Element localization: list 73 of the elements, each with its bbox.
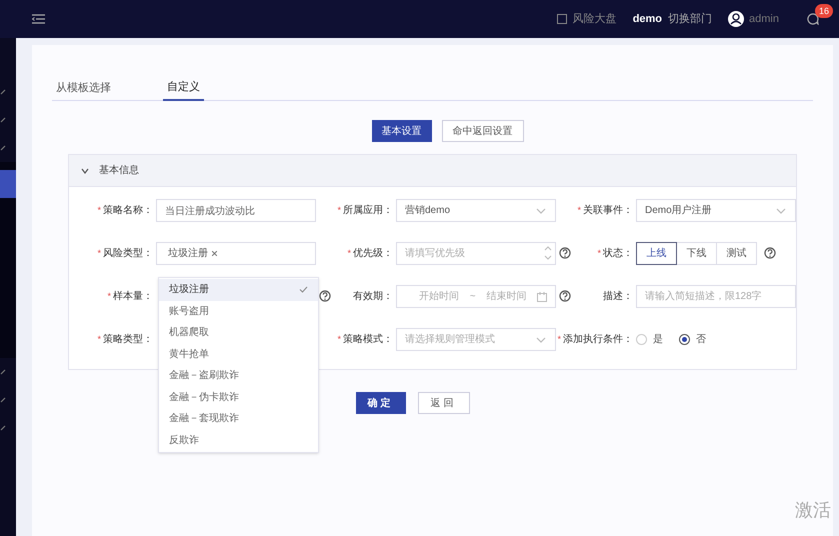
required-mark: * (577, 204, 581, 217)
dropdown-option[interactable]: 金融－套现欺诈 (159, 408, 318, 430)
radio-option[interactable]: 是 (636, 332, 663, 347)
field-label: 优先级： (353, 246, 393, 261)
checkbox-icon (556, 14, 567, 24)
menu-icon (32, 14, 45, 24)
os-activation-text: 激活 (795, 499, 831, 522)
required-mark: * (97, 246, 101, 260)
chevron-icon (0, 425, 6, 431)
stepper-icon (543, 244, 553, 262)
required-mark: * (337, 332, 341, 346)
chevron-icon (0, 397, 6, 403)
menu-button[interactable] (32, 14, 45, 24)
field-label: 有效期： (353, 290, 393, 304)
calendar-icon (537, 292, 547, 302)
chevron-icon (0, 117, 6, 123)
chat-icon (807, 13, 819, 25)
dropdown-option[interactable]: 金融－盗刷欺诈 (159, 365, 318, 386)
field-label: 关联事件： (583, 204, 633, 218)
tab[interactable]: 从模板选择 (52, 75, 115, 101)
field-label: 所属应用： (343, 204, 393, 218)
field-label: 策略类型： (103, 332, 153, 347)
chevron-icon (0, 369, 6, 375)
required-mark: * (107, 290, 111, 303)
tab[interactable]: 自定义 (163, 75, 204, 101)
chevron-icon (0, 89, 6, 95)
dropdown-option[interactable]: 垃圾注册 (159, 279, 318, 300)
text-field[interactable]: 当日注册成功波动比 (156, 199, 316, 222)
close-icon (212, 251, 217, 256)
required-mark: * (97, 204, 101, 217)
segment-button[interactable]: 上线 (636, 242, 677, 265)
select-field[interactable]: 营销demo (396, 199, 556, 222)
dropdown-option[interactable]: 机器爬取 (159, 322, 318, 344)
required-mark: * (97, 332, 101, 346)
field-label: 样本量： (113, 290, 153, 304)
user-avatar-icon (728, 11, 744, 27)
required-mark: * (347, 246, 351, 260)
sidebar-item[interactable] (0, 170, 16, 198)
required-mark: * (557, 332, 561, 346)
check-icon (299, 286, 308, 294)
field-label: 添加执行条件： (563, 332, 633, 347)
user-menu[interactable]: admin (749, 10, 779, 28)
sidebar-submenu-background (0, 162, 16, 170)
chevron-icon (0, 145, 6, 151)
section-button[interactable]: 基本设置 (372, 120, 432, 142)
action-button[interactable]: 确定 (356, 392, 406, 414)
select-field[interactable]: Demo用户注册 (636, 199, 796, 222)
field-label: 风险类型： (103, 246, 153, 261)
segment-button[interactable]: 下线 (676, 242, 717, 265)
segment-button[interactable]: 测试 (716, 242, 757, 265)
chevron-icon (81, 166, 89, 174)
text-field[interactable]: 请输入简短描述，限128字 (636, 285, 796, 308)
panel-header[interactable]: 基本信息 (69, 155, 796, 187)
radio-option[interactable]: 否 (679, 332, 706, 347)
field-label: 描述： (603, 290, 633, 304)
section-button[interactable]: 命中返回设置 (442, 120, 524, 142)
tag-select-field[interactable]: 垃圾注册 (156, 242, 316, 265)
required-mark: * (337, 204, 341, 217)
action-button[interactable]: 返回 (418, 392, 470, 414)
dropdown-option[interactable]: 金融－伪卡欺诈 (159, 386, 318, 408)
switch-department-link[interactable]: 切换部门 (668, 10, 712, 28)
field-label: 策略模式： (343, 332, 393, 347)
org-name: demo (632, 12, 662, 27)
dropdown-option[interactable]: 黄牛抢单 (159, 344, 318, 365)
field-label: 状态： (603, 246, 633, 261)
required-mark: * (597, 246, 601, 260)
dropdown-option[interactable]: 账号盗用 (159, 300, 318, 322)
dropdown-option[interactable]: 反欺诈 (159, 430, 318, 451)
field-label: 策略名称： (103, 204, 153, 218)
number-field[interactable]: 请填写优先级 (396, 242, 556, 265)
dashboard-link[interactable]: 风险大盘 (556, 10, 617, 28)
notification-badge: 16 (815, 4, 834, 18)
tag: 垃圾注册 (165, 246, 220, 261)
